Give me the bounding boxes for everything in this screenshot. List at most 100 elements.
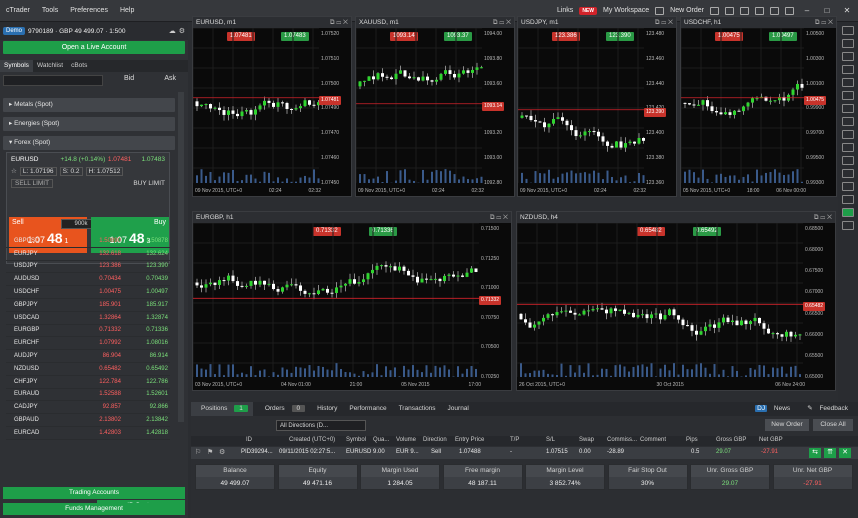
double-icon[interactable]: ✕	[839, 448, 851, 458]
chart-window-controls[interactable]: ⧉ ▭ ✕	[814, 212, 832, 223]
symbol-row[interactable]: USDJPY 123.386 123.390	[6, 261, 170, 274]
column-header[interactable]: Entry Price	[455, 437, 484, 443]
star-icon[interactable]: ☆	[11, 167, 17, 175]
line-icon[interactable]	[842, 52, 854, 61]
symbol-row[interactable]: EURGBP 0.71332 0.71336	[6, 325, 170, 338]
symbol-row[interactable]: AUDUSD 0.70434 0.70439	[6, 273, 170, 287]
layout-rows-icon[interactable]	[770, 6, 779, 15]
cloud-icon[interactable]: ☁	[169, 27, 176, 35]
chart-title-bar[interactable]: EURGBP, h1 ⧉ ▭ ✕	[193, 212, 511, 223]
channel-icon[interactable]	[842, 91, 854, 100]
funds-management-button[interactable]: Funds Management	[3, 503, 185, 515]
column-header[interactable]: Volume	[396, 437, 416, 443]
chart-window-controls[interactable]: ⧉ ▭ ✕	[490, 212, 508, 223]
tab-feedback[interactable]: ✎ Feedback	[802, 402, 858, 416]
symbol-row[interactable]: GBPUSD 1.50890 1.50878	[6, 235, 170, 248]
ruler-icon[interactable]	[842, 182, 854, 191]
tab-history[interactable]: History	[312, 402, 342, 416]
symbol-row[interactable]: NZDUSD 0.65482 0.65492	[6, 363, 170, 376]
chart-title-bar[interactable]: USDCHF, h1 ⧉ ▭ ✕	[681, 17, 836, 28]
column-header[interactable]: Comment	[640, 437, 666, 443]
column-header[interactable]: S/L	[546, 437, 555, 443]
time-axis[interactable]: 03 Nov 2015, UTC+0 04 Nov 01:00 21:00 05 No…	[195, 382, 481, 388]
new-order-icon[interactable]	[655, 6, 665, 15]
column-header[interactable]: Swap	[579, 437, 594, 443]
tab-symbols[interactable]: Symbols	[0, 60, 33, 72]
chart-window-controls[interactable]: ⧉ ▭ ✕	[655, 17, 673, 28]
gear-icon[interactable]: ⚙	[219, 448, 225, 456]
chart-window-controls[interactable]: ⧉ ▭ ✕	[815, 17, 833, 28]
category-forex[interactable]: ▾ Forex (Spot)	[3, 136, 175, 150]
chart-window[interactable]: EURGBP, h1 ⧉ ▭ ✕ 0.71332 0.71336 0.71500 0.…	[192, 211, 512, 391]
chart-window[interactable]: USDCHF, h1 ⧉ ▭ ✕ 1.00475 1.00497 1.00500 1.…	[680, 16, 837, 197]
settings-icon[interactable]: ⚙	[179, 27, 185, 35]
menu-tools[interactable]: Tools	[36, 7, 64, 14]
close-all-button[interactable]: Close All	[813, 419, 853, 431]
settings-icon[interactable]	[842, 208, 854, 217]
symbol-search-input[interactable]	[3, 75, 103, 86]
ellipse-icon[interactable]	[842, 143, 854, 152]
tab-positions[interactable]: Positions 1	[191, 402, 253, 416]
tab-cbots[interactable]: cBots	[67, 60, 91, 72]
rect-icon[interactable]	[842, 130, 854, 139]
crosshair-icon[interactable]	[842, 26, 854, 35]
layout-split-icon[interactable]	[725, 6, 734, 15]
lock-icon[interactable]: ⚑	[207, 448, 213, 456]
tab-journal[interactable]: Journal	[443, 402, 474, 416]
candlestick-chart[interactable]	[517, 223, 837, 392]
time-axis[interactable]: 09 Nov 2015, UTC+0 02:24 02:32	[520, 188, 646, 194]
symbol-row[interactable]: EURCAD 1.42803 1.42818	[6, 427, 170, 440]
chart-title-bar[interactable]: USDJPY, m1 ⧉ ▭ ✕	[518, 17, 676, 28]
open-live-account-button[interactable]: Open a Live Account	[3, 41, 185, 54]
links-menu[interactable]: Links	[557, 7, 573, 14]
pitchfork-icon[interactable]	[842, 117, 854, 126]
column-header[interactable]: Direction	[423, 437, 447, 443]
new-order-menu[interactable]: New Order	[670, 7, 704, 14]
symbol-row[interactable]: EURAUD 1.52588 1.52601	[6, 389, 170, 402]
close-position-icon[interactable]: ⇆	[809, 448, 821, 458]
chart-window[interactable]: USDJPY, m1 ⧉ ▭ ✕ 123.386 123.390 123.480 12…	[517, 16, 677, 197]
candlestick-chart[interactable]	[193, 223, 513, 392]
workspace-menu[interactable]: My Workspace	[603, 7, 649, 14]
chart-window-controls[interactable]: ⧉ ▭ ✕	[493, 17, 511, 28]
delete-icon[interactable]	[842, 195, 854, 204]
symbol-row[interactable]: CHFJPY 122.784 122.786	[6, 376, 170, 389]
tab-performance[interactable]: Performance	[344, 402, 391, 416]
close-icon[interactable]: ✕	[840, 6, 854, 15]
layout-full-icon[interactable]	[785, 6, 794, 15]
chart-window-controls[interactable]: ⧉ ▭ ✕	[330, 17, 348, 28]
symbol-row[interactable]: EURJPY 132.618 132.624	[6, 248, 170, 261]
symbols-scrollbar[interactable]	[178, 92, 184, 422]
vline-icon[interactable]	[842, 78, 854, 87]
symbol-row[interactable]: GBPJPY 185.901 185.917	[6, 299, 170, 312]
price-axis[interactable]: 1.00500 1.00300 1.00100 0.99900 0.99700 0.995…	[806, 31, 838, 186]
maximize-icon[interactable]: □	[820, 6, 834, 15]
direction-filter[interactable]: All Directions (D...	[276, 420, 366, 431]
layout-icon[interactable]	[710, 6, 719, 15]
layout-grid-icon[interactable]	[740, 6, 749, 15]
tab-news[interactable]: DJ News	[750, 402, 800, 416]
symbol-row[interactable]: CADJPY 92.857 92.866	[6, 401, 170, 415]
chart-title-bar[interactable]: EURUSD, m1 ⧉ ▭ ✕	[193, 17, 351, 28]
fib-icon[interactable]	[842, 104, 854, 113]
demo-badge[interactable]: Demo	[3, 27, 26, 35]
symbol-row[interactable]: EURCHF 1.07992 1.08016	[6, 337, 170, 351]
column-header[interactable]: Symbol	[346, 437, 366, 443]
price-axis[interactable]: 1.07520 1.07510 1.07500 1.07490 1.07470 1.074…	[321, 31, 353, 186]
menu-ctrader[interactable]: cTrader	[0, 7, 36, 14]
chart-window[interactable]: EURUSD, m1 ⧉ ▭ ✕ 1.07481 1.07483 1.07520 1.…	[192, 16, 352, 197]
menu-preferences[interactable]: Preferences	[64, 7, 114, 14]
chart-title-bar[interactable]: NZDUSD, h4 ⧉ ▭ ✕	[517, 212, 835, 223]
sell-limit-button[interactable]: SELL LIMIT	[11, 178, 54, 188]
new-order-button[interactable]: New Order	[765, 419, 809, 431]
column-header[interactable]: Commiss...	[607, 437, 637, 443]
bell-icon[interactable]: ⚐	[195, 448, 201, 456]
column-header[interactable]: Created (UTC+0)	[289, 437, 335, 443]
chart-window[interactable]: XAUUSD, m1 ⧉ ▭ ✕ 1093.14 1093.37 1094.00 10…	[355, 16, 515, 197]
position-row[interactable]: PID39294... 09/11/2015 02:27:5... EURUSD 9.…	[191, 447, 858, 459]
time-axis[interactable]: 05 Nov 2015, UTC+0 18:00 06 Nov 00:00	[683, 188, 806, 194]
layout-cols-icon[interactable]	[755, 6, 764, 15]
symbol-row[interactable]: USDCHF 1.00475 1.00497	[6, 286, 170, 299]
column-header[interactable]: Qua...	[373, 437, 389, 443]
column-header[interactable]: Gross GBP	[716, 437, 746, 443]
